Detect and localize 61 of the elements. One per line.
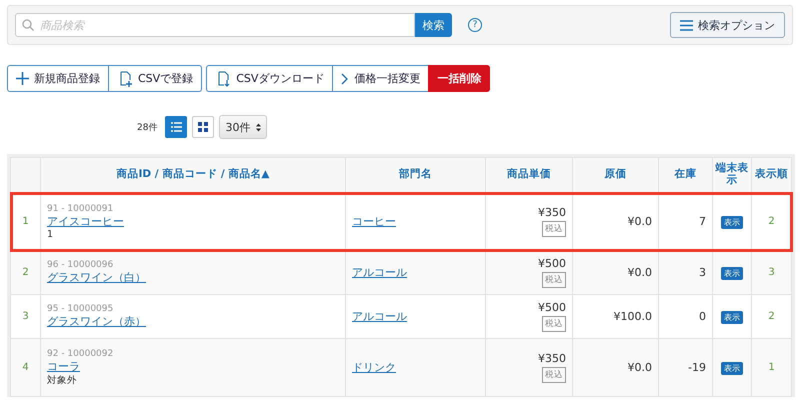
stock-count: 3 bbox=[699, 266, 706, 279]
product-note: 対象外 bbox=[47, 374, 78, 386]
spinner-icon bbox=[256, 122, 262, 132]
unit-price: ¥350 bbox=[537, 206, 566, 219]
product-id-code: 96 - 10000096 bbox=[47, 260, 114, 270]
search-field[interactable]: 商品検索 bbox=[15, 13, 415, 37]
stock-count: -19 bbox=[688, 361, 706, 374]
grid-icon bbox=[198, 122, 208, 132]
department-link[interactable]: ドリンク bbox=[352, 360, 396, 375]
product-name-link[interactable]: グラスワイン（白） bbox=[47, 270, 146, 285]
cost-price: ¥0.0 bbox=[628, 215, 652, 228]
tax-included-tag: 税込 bbox=[542, 272, 566, 288]
display-order: 2 bbox=[768, 311, 775, 322]
unit-price: ¥500 bbox=[537, 301, 566, 314]
display-badge: 表示 bbox=[721, 266, 743, 280]
menu-icon bbox=[680, 20, 693, 30]
list-icon bbox=[170, 122, 182, 132]
per-page-select[interactable]: 30件 bbox=[219, 115, 268, 139]
tax-included-tag: 税込 bbox=[542, 367, 566, 383]
display-order: 2 bbox=[768, 216, 775, 227]
product-note: 1 bbox=[47, 228, 54, 240]
stock-count: 0 bbox=[699, 310, 706, 323]
item-count: 28件 bbox=[137, 122, 158, 134]
display-badge: 表示 bbox=[721, 310, 743, 324]
product-id-code: 92 - 10000092 bbox=[47, 348, 114, 358]
search-options-button[interactable]: 検索オプション bbox=[670, 12, 785, 38]
product-id-code: 91 - 10000091 bbox=[47, 204, 114, 214]
display-badge: 表示 bbox=[721, 216, 743, 228]
unit-price: ¥350 bbox=[537, 352, 566, 365]
row-number: 2 bbox=[22, 267, 29, 278]
action-button[interactable]: 価格一括変更 bbox=[332, 65, 430, 92]
product-name-link[interactable]: コーラ bbox=[47, 358, 80, 374]
row-number: 4 bbox=[22, 362, 29, 373]
cost-price: ¥0.0 bbox=[628, 361, 652, 374]
tax-included-tag: 税込 bbox=[542, 221, 566, 237]
cost-price: ¥100.0 bbox=[614, 310, 652, 323]
help-icon[interactable]: ? bbox=[468, 18, 482, 32]
product-name-link[interactable]: グラスワイン（赤） bbox=[47, 314, 146, 329]
chevron-right-icon bbox=[341, 72, 350, 84]
plus-icon bbox=[16, 72, 29, 85]
unit-price: ¥500 bbox=[537, 257, 566, 270]
tax-included-tag: 税込 bbox=[542, 316, 566, 332]
display-order: 1 bbox=[768, 362, 775, 373]
display-order: 3 bbox=[768, 267, 775, 278]
product-name-link[interactable]: アイスコーヒー bbox=[47, 214, 124, 228]
list-view-button[interactable] bbox=[165, 116, 188, 138]
cost-price: ¥0.0 bbox=[628, 266, 652, 279]
department-link[interactable]: アルコール bbox=[352, 265, 407, 280]
product-id-code: 95 - 10000095 bbox=[47, 304, 114, 314]
display-badge: 表示 bbox=[721, 362, 743, 374]
action-button[interactable]: 新規商品登録 bbox=[7, 65, 109, 92]
stock-count: 7 bbox=[699, 215, 706, 228]
department-link[interactable]: コーヒー bbox=[352, 214, 396, 229]
grid-view-button[interactable] bbox=[192, 116, 214, 138]
row-number: 1 bbox=[22, 216, 29, 227]
action-button[interactable]: CSVダウンロード bbox=[206, 65, 334, 92]
row-number: 3 bbox=[22, 311, 29, 322]
delete-button[interactable]: 一括削除 bbox=[428, 65, 490, 92]
department-link[interactable]: アルコール bbox=[352, 309, 407, 324]
search-button[interactable]: 検索 bbox=[415, 13, 452, 37]
action-button[interactable]: CSVで登録 bbox=[108, 65, 202, 92]
